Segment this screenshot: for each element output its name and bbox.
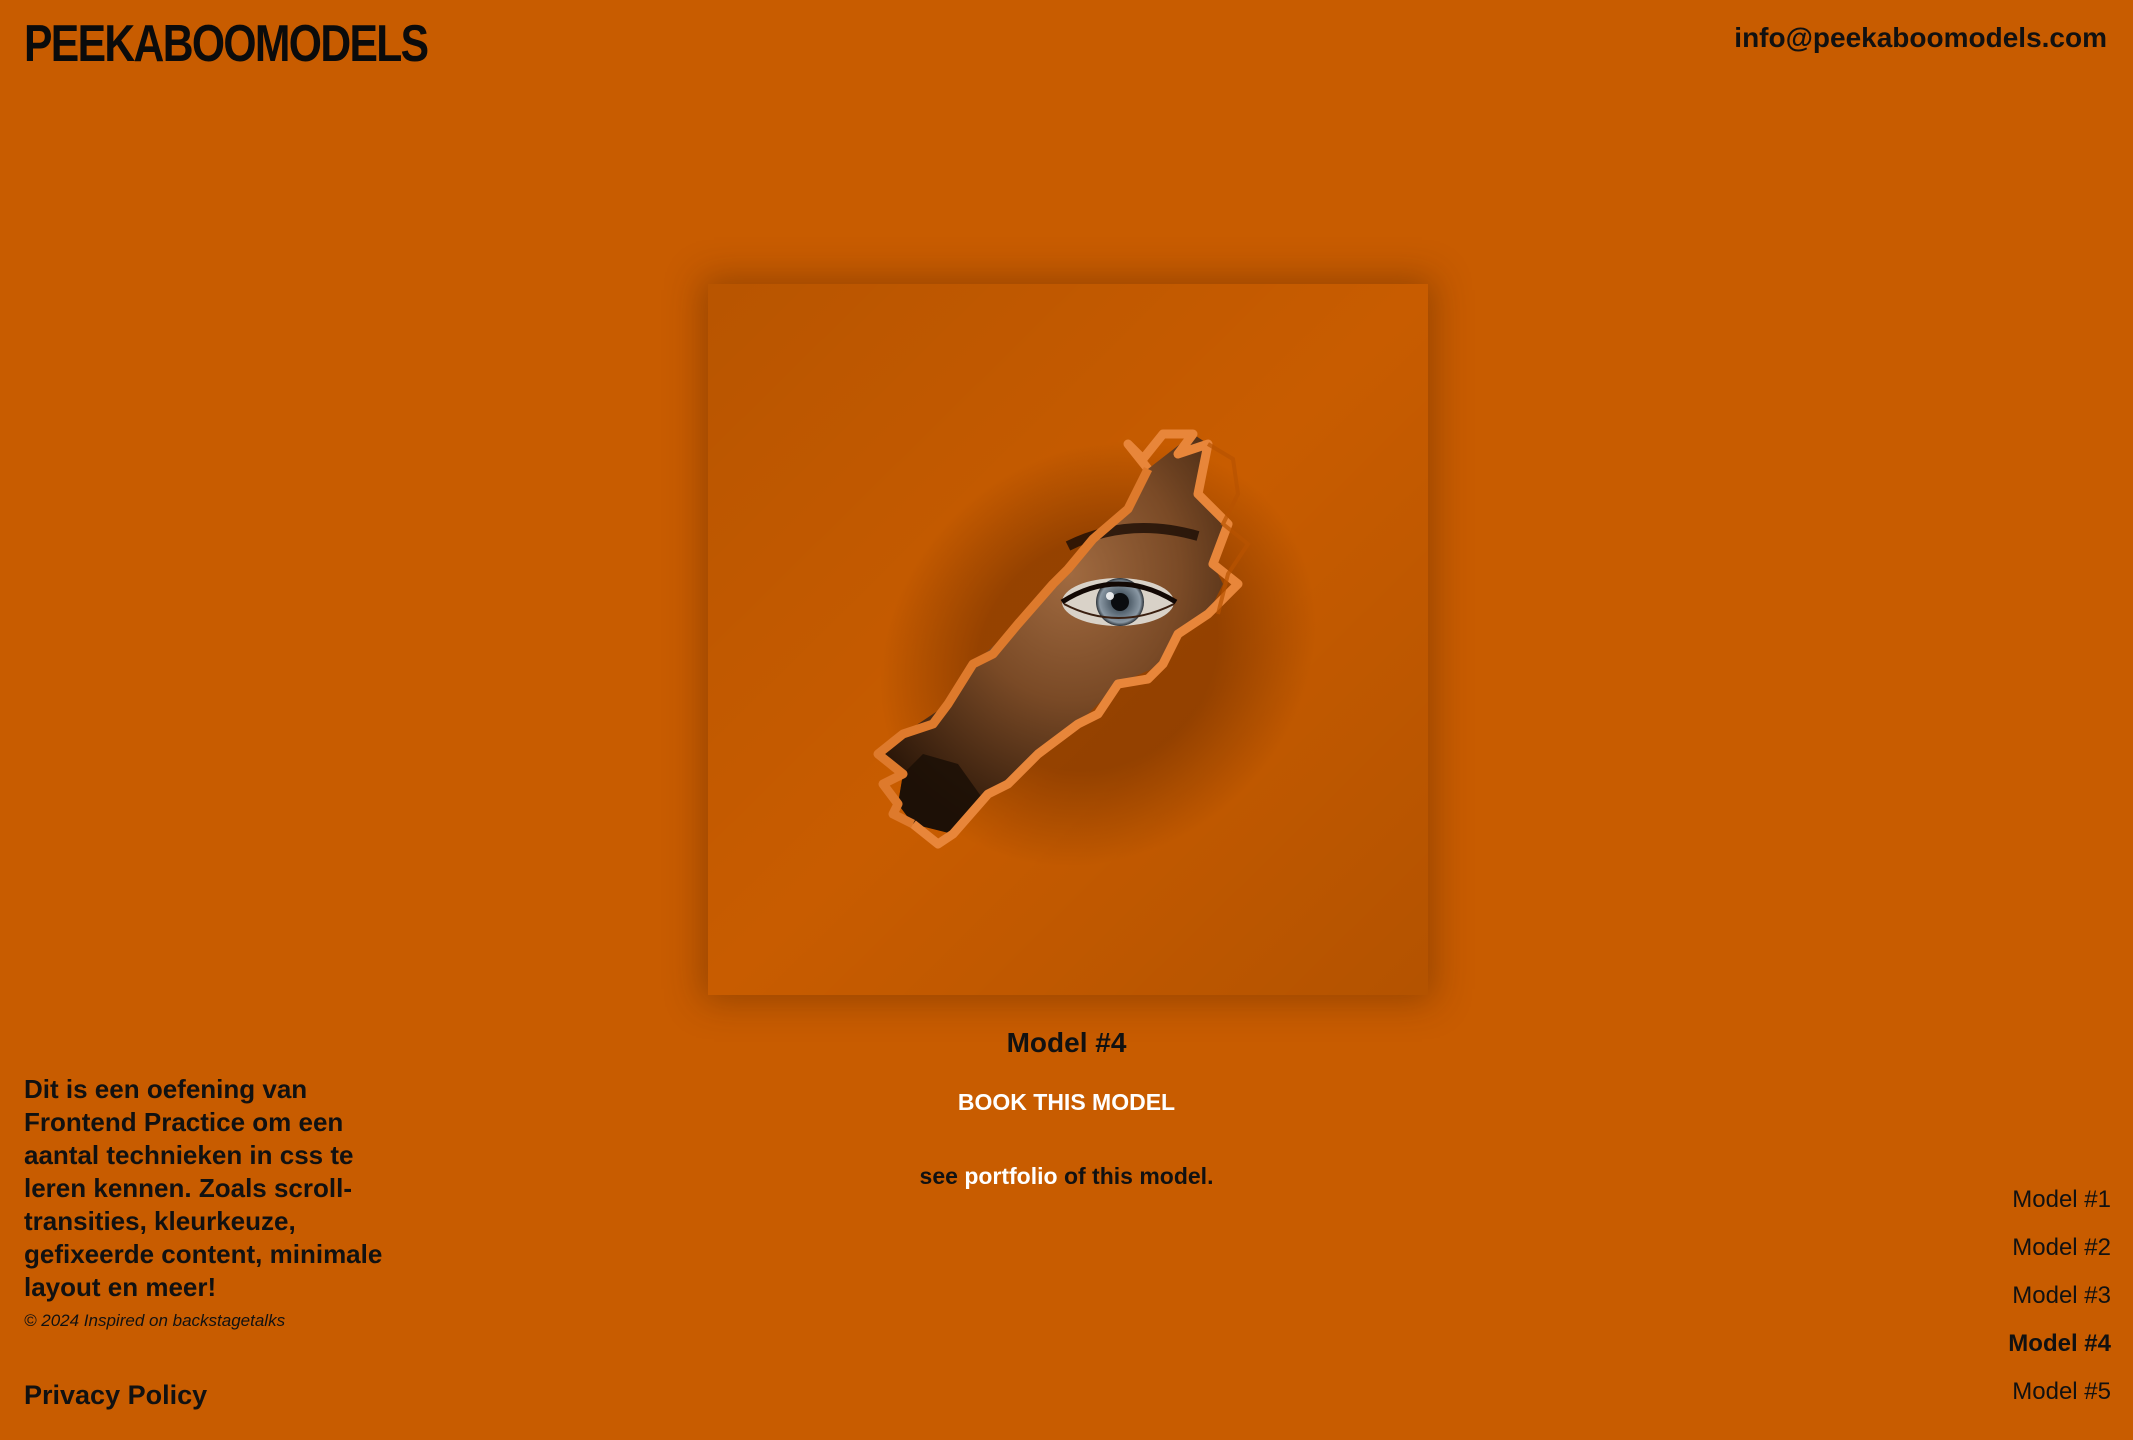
hero-image [708, 284, 1428, 995]
portfolio-suffix: of this model. [1063, 1163, 1214, 1189]
email-link[interactable]: info@peekaboomodels.com [1734, 22, 2107, 54]
model-nav: Model #1 Model #2 Model #3 Model #4 Mode… [2008, 1185, 2111, 1425]
torn-paper-eye-illustration [708, 284, 1428, 995]
model-nav-item-4[interactable]: Model #4 [2008, 1329, 2111, 1377]
intro-text: Dit is een oefening van Frontend Practic… [24, 1074, 383, 1302]
model-nav-item-5[interactable]: Model #5 [2008, 1377, 2111, 1425]
portfolio-prefix: see [919, 1163, 958, 1189]
model-nav-item-2[interactable]: Model #2 [2008, 1233, 2111, 1281]
model-title: Model #4 [1006, 1027, 1127, 1058]
privacy-policy-link[interactable]: Privacy Policy [24, 1380, 207, 1411]
site-logo[interactable]: PEEKABOOMODELS [24, 14, 429, 74]
model-nav-item-1[interactable]: Model #1 [2008, 1185, 2111, 1233]
copyright-text: © 2024 Inspired on backstagetalks [24, 1311, 286, 1330]
portfolio-link[interactable]: portfolio [964, 1163, 1057, 1189]
page: PEEKABOOMODELS info@peekaboomodels.com M… [0, 0, 2133, 1440]
model-nav-item-3[interactable]: Model #3 [2008, 1281, 2111, 1329]
